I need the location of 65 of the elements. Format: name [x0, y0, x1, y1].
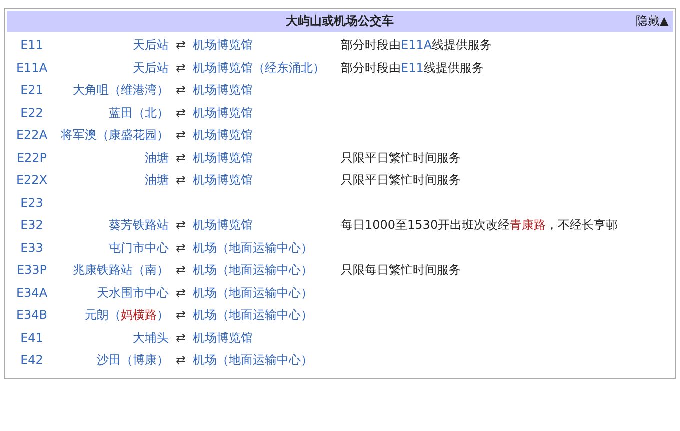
route-code[interactable]: E34B — [7, 304, 57, 326]
origin-stop[interactable]: 天后站 — [57, 56, 169, 79]
two-way-arrow: ⇄ — [174, 127, 188, 144]
two-way-arrow: ⇄ — [174, 37, 188, 54]
origin-stop[interactable]: 屯门市中心 — [57, 236, 169, 259]
hide-link[interactable]: 隐藏▲ — [613, 13, 673, 30]
destination-stop[interactable]: 机场博览馆 — [193, 214, 341, 236]
origin-stop[interactable]: 大角咀（维港湾） — [57, 79, 169, 102]
two-way-arrow: ⇄ — [174, 60, 188, 76]
route-note: 只限平日繁忙时间服务 — [341, 150, 462, 166]
route-code[interactable]: E23 — [7, 192, 57, 214]
route-code[interactable]: E33 — [7, 236, 57, 259]
route-code[interactable]: E22X — [7, 169, 57, 192]
route-note: 每日1000至1530开出班次改经青康路，不经长亨邨 — [341, 217, 620, 234]
origin-stop[interactable]: 天水围市中心 — [57, 282, 169, 304]
route-code[interactable]: E41 — [7, 326, 57, 349]
two-way-arrow: ⇄ — [174, 82, 188, 99]
destination-stop[interactable]: 机场博览馆 — [193, 79, 341, 102]
two-way-arrow: ⇄ — [174, 330, 188, 346]
origin-stop[interactable]: 蓝田（北） — [57, 102, 169, 124]
route-note: 部分时段由E11线提供服务 — [341, 60, 485, 76]
navbox-title: 大屿山或机场公交车 — [285, 13, 395, 30]
origin-stop[interactable]: 葵芳铁路站 — [57, 214, 169, 236]
route-note: 只限每日繁忙时间服务 — [341, 262, 462, 279]
route-code[interactable]: E22 — [7, 102, 57, 124]
route-code[interactable]: E21 — [7, 79, 57, 102]
two-way-arrow: ⇄ — [174, 284, 188, 302]
two-way-arrow: ⇄ — [174, 240, 188, 256]
route-code[interactable]: E33P — [7, 259, 57, 282]
destination-stop[interactable]: 机场博览馆 — [193, 102, 341, 124]
destination-stop[interactable]: 机场博览馆（经东涌北） — [193, 56, 341, 79]
route-code[interactable]: E42 — [7, 349, 57, 372]
destination-stop[interactable]: 机场（地面运输中心） — [193, 259, 341, 282]
two-way-arrow: ⇄ — [174, 150, 188, 166]
route-note: 只限平日繁忙时间服务 — [341, 172, 462, 189]
route-code[interactable]: E11 — [7, 34, 57, 56]
route-code[interactable]: E32 — [7, 214, 57, 236]
route-code[interactable]: E11A — [7, 56, 57, 79]
two-way-arrow: ⇄ — [174, 104, 188, 122]
route-code[interactable]: E22P — [7, 146, 57, 169]
destination-stop[interactable]: 机场（地面运输中心） — [193, 304, 341, 326]
destination-stop[interactable]: 机场（地面运输中心） — [193, 282, 341, 304]
route-code[interactable]: E34A — [7, 282, 57, 304]
origin-stop[interactable]: 大埔头 — [57, 326, 169, 349]
origin-stop[interactable]: 油塘 — [57, 146, 169, 169]
route-note: 部分时段由E11A线提供服务 — [341, 37, 494, 54]
destination-stop[interactable]: 机场（地面运输中心） — [193, 236, 341, 259]
two-way-arrow: ⇄ — [174, 172, 188, 189]
origin-stop[interactable]: 天后站 — [57, 34, 169, 56]
two-way-arrow: ⇄ — [174, 262, 188, 279]
destination-stop[interactable]: 机场博览馆 — [193, 124, 341, 146]
origin-stop[interactable]: 沙田（博康） — [57, 349, 169, 372]
destination-stop[interactable]: 机场博览馆 — [193, 169, 341, 192]
origin-stop[interactable]: 油塘 — [57, 169, 169, 192]
origin-stop[interactable]: 兆康铁路站（南） — [57, 259, 169, 282]
origin-stop[interactable]: 元朗（妈横路） — [57, 304, 169, 326]
destination-stop[interactable]: 机场（地面运输中心） — [193, 349, 341, 372]
origin-stop[interactable]: 将军澳（康盛花园） — [57, 124, 169, 146]
route-code[interactable]: E22A — [7, 124, 57, 146]
two-way-arrow: ⇄ — [174, 217, 188, 234]
two-way-arrow: ⇄ — [174, 307, 188, 324]
destination-stop[interactable]: 机场博览馆 — [193, 326, 341, 349]
two-way-arrow: ⇄ — [174, 352, 188, 369]
destination-stop[interactable]: 机场博览馆 — [193, 34, 341, 56]
destination-stop[interactable]: 机场博览馆 — [193, 146, 341, 169]
